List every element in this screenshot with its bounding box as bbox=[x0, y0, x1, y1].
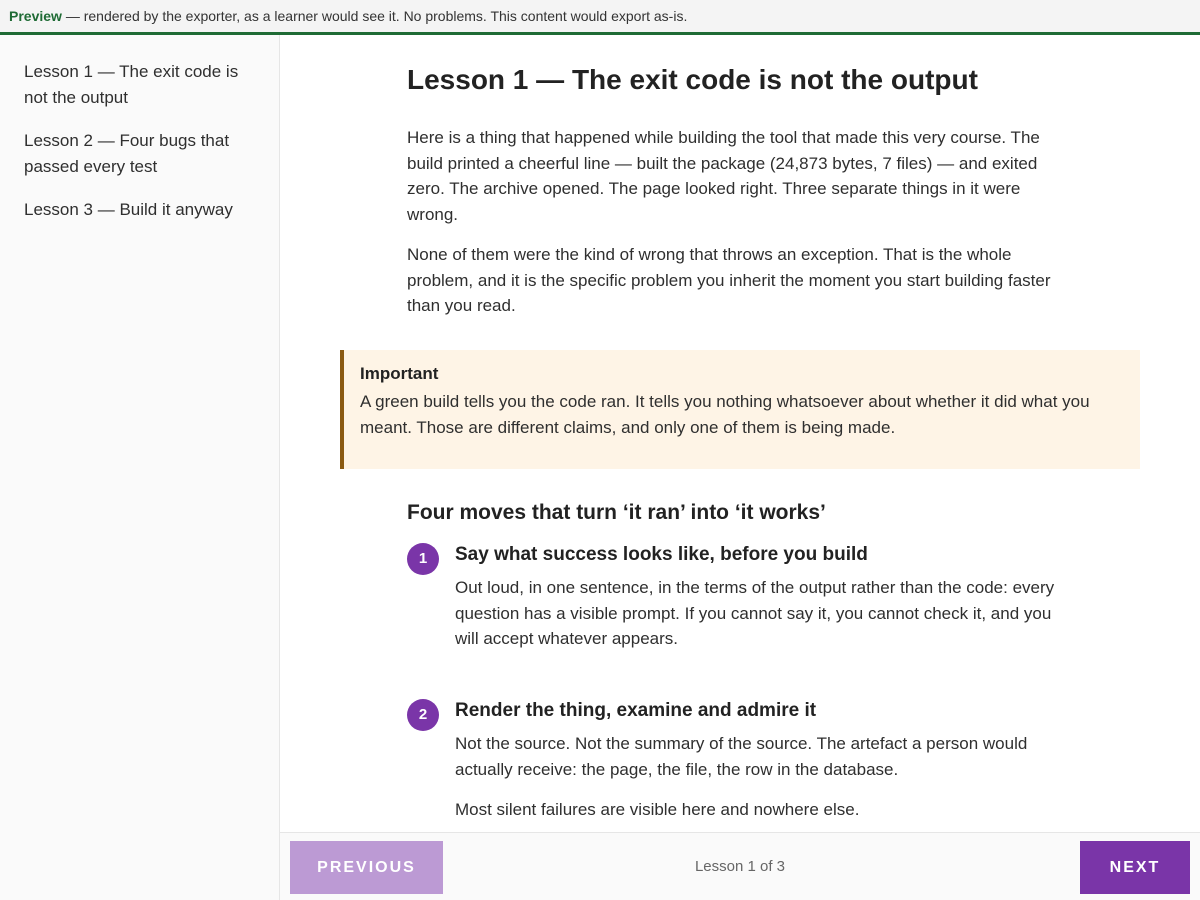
lesson-sidebar: Lesson 1 — The exit code is not the outp… bbox=[0, 35, 280, 900]
next-button[interactable]: NEXT bbox=[1080, 841, 1190, 894]
intro-paragraph-2: None of them were the kind of wrong that… bbox=[407, 245, 1051, 315]
important-callout: Important A green build tells you the co… bbox=[340, 350, 1140, 469]
intro-paragraph-1: Here is a thing that happened while buil… bbox=[407, 128, 1040, 224]
callout-title: Important bbox=[360, 364, 439, 383]
lesson-content: Lesson 1 — The exit code is not the outp… bbox=[280, 35, 1200, 832]
section-title: Four moves that turn ‘it ran’ into ‘it w… bbox=[407, 501, 826, 524]
callout-body: A green build tells you the code ran. It… bbox=[360, 392, 1090, 437]
step-paragraph: Out loud, in one sentence, in the terms … bbox=[455, 578, 1055, 648]
step-title: Render the thing, examine and admire it bbox=[455, 700, 817, 721]
step-paragraph: Most silent failures are visible here an… bbox=[455, 800, 860, 819]
step-paragraph: Not the source. Not the summary of the s… bbox=[455, 734, 1028, 779]
sidebar-item-lesson-3[interactable]: Lesson 3 — Build it anyway bbox=[24, 197, 254, 223]
step-number-badge: 2 bbox=[407, 699, 439, 731]
lesson-navigation: PREVIOUS Lesson 1 of 3 NEXT bbox=[280, 832, 1200, 900]
preview-tag: Preview bbox=[9, 8, 62, 24]
preview-message: — rendered by the exporter, as a learner… bbox=[61, 8, 688, 24]
sidebar-item-lesson-2[interactable]: Lesson 2 — Four bugs that passed every t… bbox=[24, 128, 254, 180]
lesson-title: Lesson 1 — The exit code is not the outp… bbox=[407, 64, 978, 95]
step-number-badge: 1 bbox=[407, 543, 439, 575]
sidebar-item-lesson-1[interactable]: Lesson 1 — The exit code is not the outp… bbox=[24, 59, 254, 111]
preview-banner: Preview — rendered by the exporter, as a… bbox=[0, 0, 1200, 35]
step-title: Say what success looks like, before you … bbox=[455, 544, 868, 565]
lesson-progress: Lesson 1 of 3 bbox=[694, 858, 786, 875]
